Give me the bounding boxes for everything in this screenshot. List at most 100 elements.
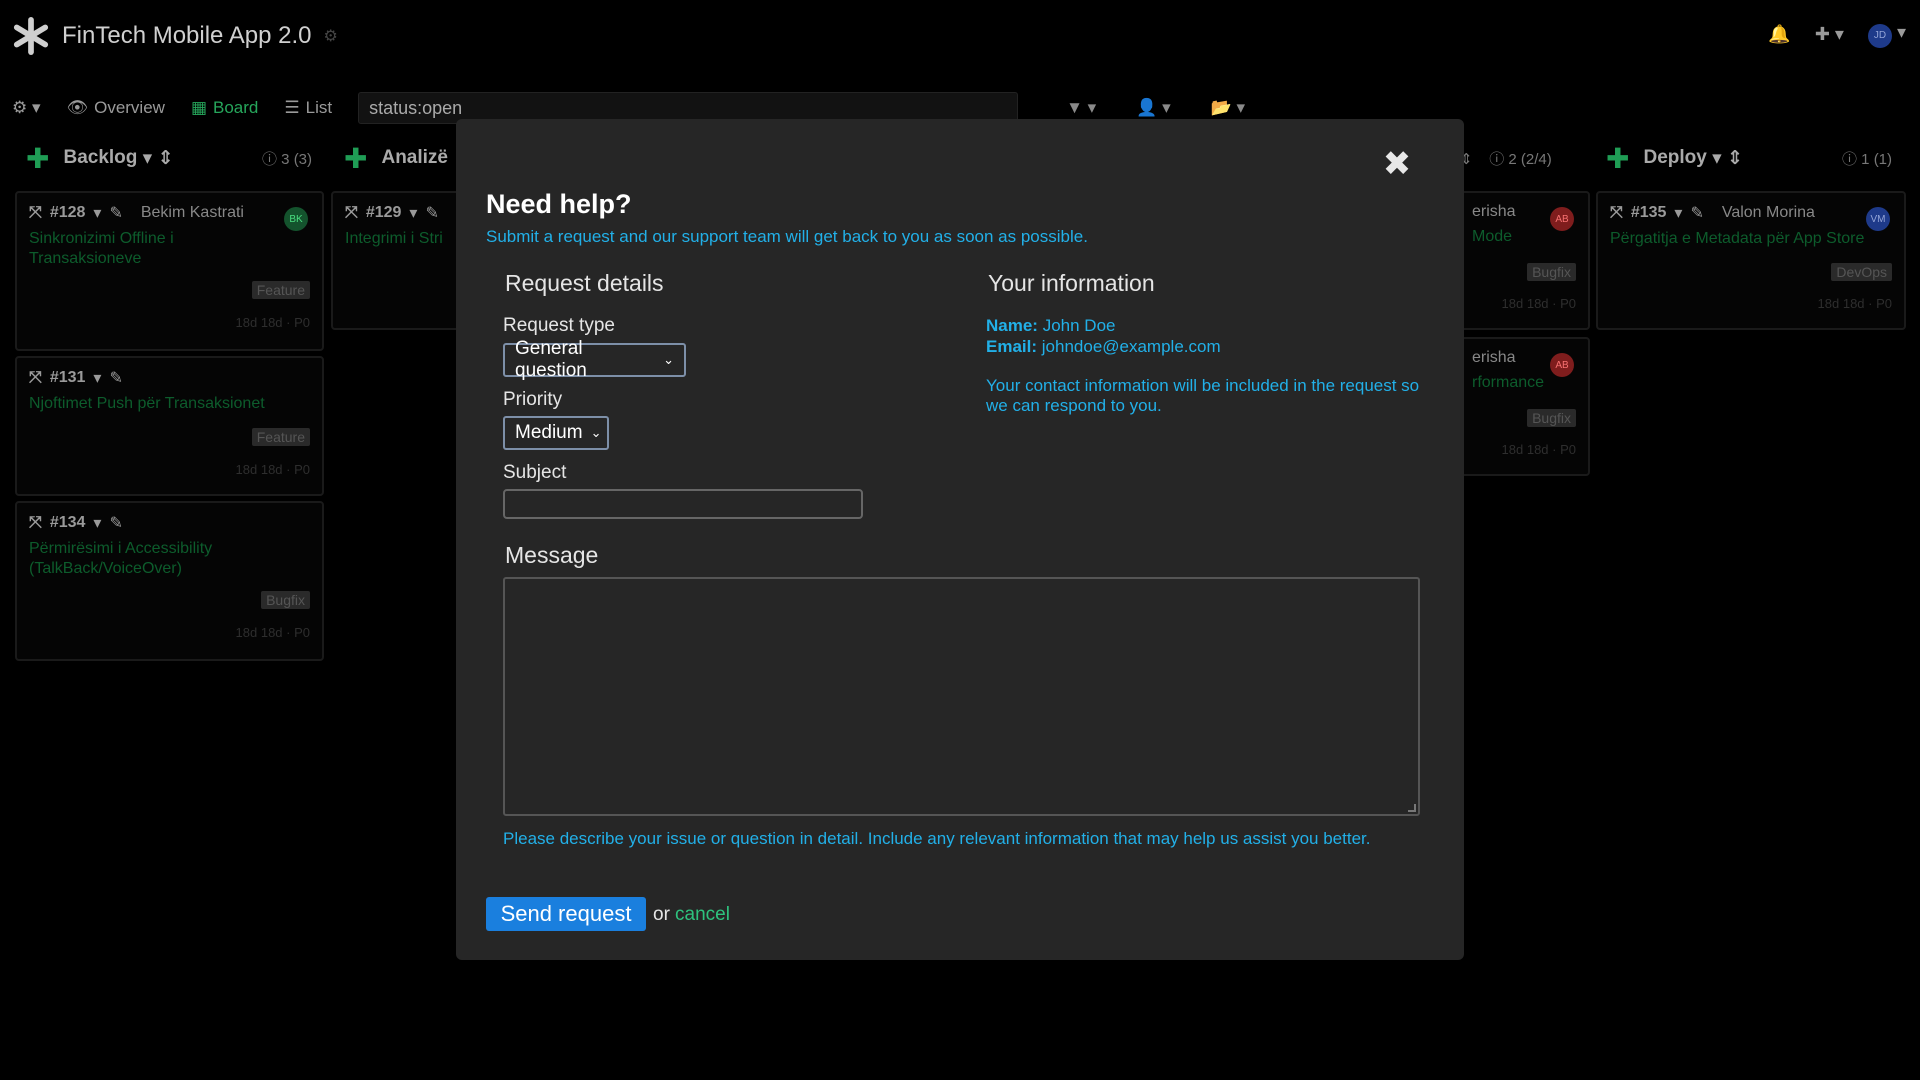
expand-icon[interactable]: ⤧ (29, 514, 42, 532)
help-request-modal: ✖ Need help? Submit a request and our su… (456, 119, 1464, 960)
card-meta: 18d 18d · P0 (235, 315, 310, 330)
card-id[interactable]: #128 (50, 204, 86, 222)
settings-menu-icon[interactable]: ⚙ ▾ (12, 98, 41, 118)
tab-list-label: List (305, 98, 333, 117)
task-card[interactable]: ⤧ #129 ▾ ✎ Integrimi i Stri (331, 191, 471, 330)
card-id[interactable]: #135 (1631, 204, 1667, 222)
request-type-label: Request type (503, 315, 615, 336)
expand-icon[interactable]: ⤧ (1610, 204, 1623, 222)
column-name: Analizë (381, 147, 448, 168)
expand-icon[interactable]: ⤧ (29, 204, 42, 222)
resize-handle-icon[interactable] (1408, 804, 1416, 812)
card-meta: 18d 18d · P0 (1501, 296, 1576, 311)
user-name-line: Name: John Doe (986, 316, 1115, 336)
project-title[interactable]: FinTech Mobile App 2.0 (62, 22, 311, 50)
card-title[interactable]: Përgatitja e Metadata për App Store (1610, 229, 1892, 249)
column-header-analize[interactable]: ✚ Analizë (344, 140, 464, 176)
add-card-icon[interactable]: ✚ (344, 142, 367, 175)
priority-label: Priority (503, 389, 563, 410)
user-menu[interactable]: JD ▾ (1867, 22, 1906, 48)
message-textarea[interactable] (503, 577, 1420, 816)
request-type-value: General question (515, 338, 587, 381)
bell-icon[interactable]: 🔔 (1768, 24, 1790, 45)
asterisk-logo-icon[interactable] (12, 17, 50, 55)
project-settings-icon[interactable]: ⚙ (323, 26, 337, 46)
cancel-link[interactable]: cancel (675, 904, 730, 926)
column-header-hidden[interactable]: ⇕ ⓘ 2 (2/4) (1460, 140, 1590, 176)
add-card-icon[interactable]: ✚ (26, 142, 49, 175)
column-count: ⇕ ⓘ 2 (2/4) (1460, 150, 1552, 168)
card-assignee: Valon Morina (1721, 204, 1815, 221)
tab-board[interactable]: ▦ Board (191, 98, 258, 118)
column-header-backlog[interactable]: ✚ Backlog ▾ ⇕ ⓘ 3 (3) (26, 140, 316, 176)
modal-title: Need help? (486, 189, 632, 219)
card-id[interactable]: #131 (50, 369, 86, 387)
expand-icon[interactable]: ⤧ (345, 204, 358, 222)
close-icon[interactable]: ✖ (1382, 147, 1412, 181)
list-icon: ☰ (284, 98, 300, 117)
folder-filter-icon[interactable]: 📂 ▾ (1211, 98, 1245, 118)
send-request-button[interactable]: Send request (486, 897, 646, 931)
card-meta: 18d 18d · P0 (1501, 442, 1576, 457)
message-help-text: Please describe your issue or question i… (503, 829, 1371, 848)
contact-info-note: Your contact information will be include… (986, 376, 1420, 415)
card-title[interactable]: Integrimi i Stri (345, 229, 457, 249)
add-card-icon[interactable]: ✚ (1606, 142, 1629, 175)
modal-subtitle: Submit a request and our support team wi… (486, 227, 1088, 246)
name-value: John Doe (1042, 316, 1116, 335)
card-title[interactable]: Sinkronizimi Offline i Transaksioneve (29, 229, 239, 269)
filter-icon[interactable]: ▼ ▾ (1066, 98, 1096, 118)
subject-input[interactable] (503, 489, 863, 519)
card-meta: 18d 18d · P0 (1817, 296, 1892, 311)
card-tag: Bugfix (261, 591, 310, 609)
card-tag: Bugfix (1527, 409, 1576, 427)
request-type-select[interactable]: General question ⌄ (503, 338, 686, 381)
column-count: ⓘ 3 (3) (262, 150, 313, 168)
chevron-down-icon: ⌄ (663, 352, 674, 367)
column-count: ⓘ 1 (1) (1842, 150, 1893, 168)
avatar: VM (1866, 207, 1890, 231)
add-menu-icon[interactable]: ✚ ▾ (1815, 24, 1844, 45)
priority-select[interactable]: Medium ⌄ (503, 416, 609, 450)
column-name: Deploy (1643, 147, 1707, 168)
email-label: Email: (986, 337, 1038, 356)
card-tag: Feature (251, 281, 310, 299)
task-card[interactable]: ⤧ #128 ▾ ✎ Bekim Kastrati BK Sinkronizimi … (15, 191, 324, 351)
tab-overview-label: Overview (94, 98, 165, 117)
avatar: BK (284, 207, 308, 231)
avatar: JD (1867, 23, 1892, 48)
edit-icon[interactable]: ✎ (109, 513, 122, 533)
top-right-tools: 🔔 ✚ ▾ JD ▾ (1768, 22, 1906, 48)
task-card[interactable]: ⤧ #131 ▾ ✎ Njoftimet Push për Transaksion… (15, 356, 324, 496)
card-tag: Feature (251, 428, 310, 446)
edit-icon[interactable]: ✎ (425, 203, 438, 223)
task-card[interactable]: ⤧ #135 ▾ ✎ Valon Morina VM Përgatitja e Me… (1596, 191, 1906, 330)
expand-icon[interactable]: ⤧ (29, 369, 42, 387)
edit-icon[interactable]: ✎ (1690, 203, 1703, 223)
card-tag: Bugfix (1527, 263, 1576, 281)
eye-icon: 👁 (66, 98, 89, 117)
card-assignee: Bekim Kastrati (140, 204, 244, 221)
or-text: or (653, 904, 670, 925)
column-header-deploy[interactable]: ✚ Deploy ▾ ⇕ ⓘ 1 (1) (1606, 140, 1906, 176)
edit-icon[interactable]: ✎ (109, 203, 122, 223)
user-email-line: Email: johndoe@example.com (986, 337, 1221, 357)
task-card[interactable]: ⤧ #134 ▾ ✎ Përmirësimi i Accessibility (T… (15, 501, 324, 661)
card-tag: DevOps (1831, 263, 1892, 281)
avatar: AB (1550, 207, 1574, 231)
grid-icon: ▦ (190, 98, 208, 117)
subject-label: Subject (503, 462, 567, 483)
tab-list[interactable]: ☰ List (284, 98, 332, 118)
column-name: Backlog (63, 147, 138, 168)
card-id[interactable]: #134 (50, 514, 86, 532)
card-id[interactable]: #129 (366, 204, 402, 222)
card-title[interactable]: Përmirësimi i Accessibility (TalkBack/Vo… (29, 539, 249, 579)
top-bar: FinTech Mobile App 2.0 ⚙ 🔔 ✚ ▾ JD ▾ (0, 0, 1920, 72)
request-details-heading: Request details (505, 270, 664, 296)
card-title[interactable]: Njoftimet Push për Transaksionet (29, 394, 309, 414)
card-meta: 18d 18d · P0 (235, 462, 310, 477)
name-label: Name: (986, 316, 1038, 335)
assignee-filter-icon[interactable]: 👤 ▾ (1136, 98, 1170, 118)
edit-icon[interactable]: ✎ (109, 368, 122, 388)
tab-overview[interactable]: 👁 Overview (67, 98, 165, 118)
